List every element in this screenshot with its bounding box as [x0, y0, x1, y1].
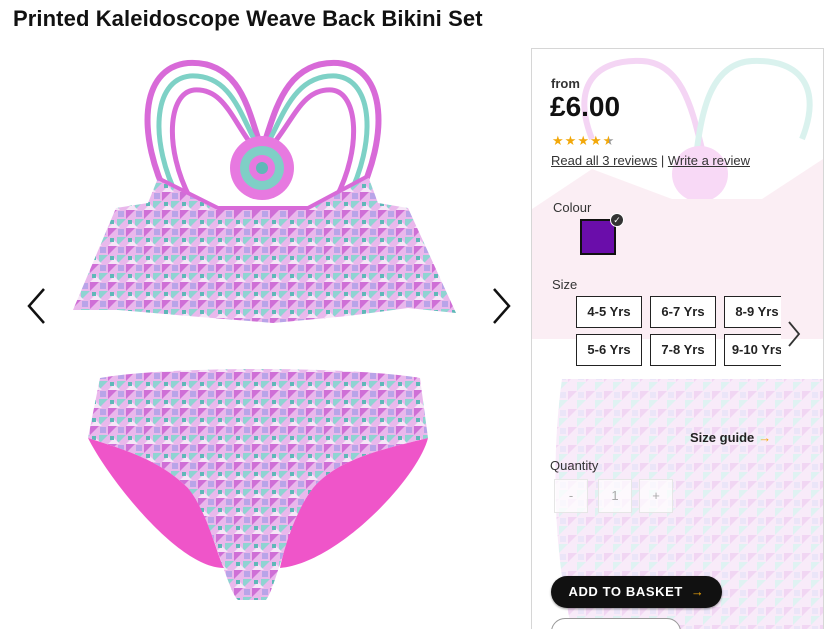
add-to-basket-button[interactable]: ADD TO BASKET →: [551, 576, 722, 608]
star-icon: ★: [564, 133, 577, 148]
quantity-decrease-button[interactable]: -: [554, 479, 588, 513]
size-label: Size: [552, 277, 578, 292]
sizes-next-button[interactable]: [786, 319, 802, 349]
size-option-7-8[interactable]: 7-8 Yrs: [650, 334, 716, 366]
half-star-icon: ★: [602, 133, 615, 148]
size-option-4-5[interactable]: 4-5 Yrs: [576, 296, 642, 328]
size-option-9-10[interactable]: 9-10 Yrs: [724, 334, 781, 366]
chevron-right-icon: [788, 321, 801, 347]
product-image-gallery: [18, 48, 526, 625]
product-title: Printed Kaleidoscope Weave Back Bikini S…: [13, 6, 483, 31]
quantity-input[interactable]: 1: [598, 479, 632, 513]
star-icon: ★: [577, 133, 589, 148]
size-options: 4-5 Yrs 6-7 Yrs 8-9 Yrs 5-6 Yrs 7-8 Yrs …: [572, 292, 781, 374]
purchase-panel: from £6.00 ★ ★ ★ ★ ★ Read all 3 reviews …: [531, 48, 824, 629]
chevron-right-icon: [493, 288, 511, 324]
size-guide-label: Size guide: [690, 430, 755, 445]
colour-label: Colour: [553, 200, 592, 215]
quantity-label: Quantity: [550, 458, 599, 473]
read-reviews-link[interactable]: Read all 3 reviews: [551, 153, 657, 168]
quantity-increase-button[interactable]: +: [639, 479, 673, 513]
arrow-right-icon: →: [690, 584, 705, 599]
rating-stars: ★ ★ ★ ★ ★: [552, 134, 614, 147]
price: £6.00: [550, 91, 621, 122]
reviews-separator: |: [660, 153, 665, 168]
reviews-links: Read all 3 reviews | Write a review: [551, 153, 750, 168]
price-from-label: from: [551, 76, 580, 91]
size-option-6-7[interactable]: 6-7 Yrs: [650, 296, 716, 328]
gallery-prev-button[interactable]: [24, 286, 50, 326]
write-review-link[interactable]: Write a review: [668, 153, 750, 168]
product-image: [73, 59, 456, 600]
chevron-left-icon: [27, 288, 45, 324]
size-option-8-9[interactable]: 8-9 Yrs: [724, 296, 781, 328]
arrow-right-icon: →: [758, 430, 772, 445]
selected-check-icon: ✓: [610, 213, 624, 227]
secondary-button[interactable]: [551, 618, 681, 629]
size-option-5-6[interactable]: 5-6 Yrs: [576, 334, 642, 366]
gallery-next-button[interactable]: [488, 286, 514, 326]
star-icon: ★: [552, 133, 564, 148]
add-to-basket-label: ADD TO BASKET: [568, 584, 683, 599]
star-icon: ★: [589, 133, 602, 148]
size-guide-link[interactable]: Size guide →: [690, 430, 771, 445]
